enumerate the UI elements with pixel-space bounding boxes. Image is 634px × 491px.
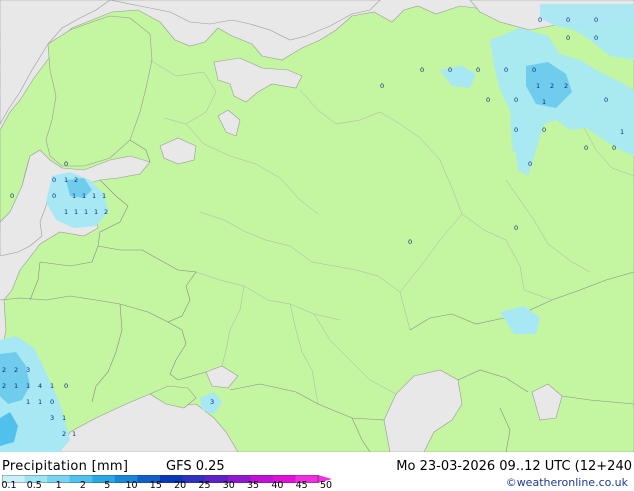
map-value: 3 bbox=[26, 366, 30, 374]
map-value: 0 bbox=[504, 66, 508, 74]
map-value: 0 bbox=[604, 96, 608, 104]
map-value: 0 bbox=[10, 192, 14, 200]
map-value: 1 bbox=[84, 208, 88, 216]
precipitation-map[interactable]: 0 0 0 0 0 0 0 0 0 0 0 0 0 0 0 0 0 0 0 0 … bbox=[0, 0, 634, 452]
map-value: 0 bbox=[420, 66, 424, 74]
map-value: 2 bbox=[2, 366, 6, 374]
map-value: 0 bbox=[542, 126, 546, 134]
map-value: 1 bbox=[74, 208, 78, 216]
map-value: 1 bbox=[50, 382, 54, 390]
map-value: 1 bbox=[62, 414, 66, 422]
map-value: 0 bbox=[448, 66, 452, 74]
map-value: 0 bbox=[528, 160, 532, 168]
map-value: 1 bbox=[102, 192, 106, 200]
map-value: 2 bbox=[550, 82, 554, 90]
map-value: 0 bbox=[594, 34, 598, 42]
map-value: 0 bbox=[64, 382, 68, 390]
map-value: 3 bbox=[50, 414, 54, 422]
map-value: 0 bbox=[486, 96, 490, 104]
map-value: 0 bbox=[514, 96, 518, 104]
map-value: 1 bbox=[82, 192, 86, 200]
map-value: 0 bbox=[594, 16, 598, 24]
map-footer: Precipitation [mm] GFS 0.25 Mo 23-03-202… bbox=[0, 452, 634, 491]
map-value: 2 bbox=[104, 208, 108, 216]
map-value: 0 bbox=[514, 126, 518, 134]
map-value: 0 bbox=[584, 144, 588, 152]
map-value: 0 bbox=[64, 160, 68, 168]
map-value: 2 bbox=[62, 430, 66, 438]
map-value: 4 bbox=[38, 382, 42, 390]
map-value: 1 bbox=[64, 208, 68, 216]
map-value: 1 bbox=[26, 398, 30, 406]
legend-title: Precipitation [mm] bbox=[2, 459, 129, 474]
map-value: 0 bbox=[52, 192, 56, 200]
credit-link[interactable]: ©weatheronline.co.uk bbox=[506, 476, 628, 490]
map-value: 1 bbox=[542, 98, 546, 106]
map-value: 0 bbox=[408, 238, 412, 246]
map-value: 0 bbox=[476, 66, 480, 74]
map-canvas: 0 0 0 0 0 0 0 0 0 0 0 0 0 0 0 0 0 0 0 0 … bbox=[0, 0, 634, 452]
map-value: 1 bbox=[38, 398, 42, 406]
valid-time: Mo 23-03-2026 09..12 UTC (12+240 bbox=[396, 459, 632, 474]
map-value: 0 bbox=[532, 66, 536, 74]
map-value: 0 bbox=[538, 16, 542, 24]
map-value: 0 bbox=[566, 16, 570, 24]
map-value: 1 bbox=[536, 82, 540, 90]
map-value: 0 bbox=[50, 398, 54, 406]
map-value: 0 bbox=[52, 176, 56, 184]
map-value: 1 bbox=[620, 128, 624, 136]
map-value: 1 bbox=[92, 192, 96, 200]
map-value: 1 bbox=[72, 192, 76, 200]
map-value: 0 bbox=[612, 144, 616, 152]
map-value: 2 bbox=[564, 82, 568, 90]
map-value: 2 bbox=[2, 382, 6, 390]
map-value: 1 bbox=[14, 382, 18, 390]
map-value: 0 bbox=[514, 224, 518, 232]
map-value: 1 bbox=[72, 430, 76, 438]
map-value: 2 bbox=[14, 366, 18, 374]
model-name: GFS 0.25 bbox=[166, 459, 225, 474]
map-value: 3 bbox=[210, 398, 214, 406]
map-value: 1 bbox=[26, 382, 30, 390]
map-value: 2 bbox=[74, 176, 78, 184]
map-value: 1 bbox=[64, 176, 68, 184]
map-value: 1 bbox=[94, 208, 98, 216]
map-value: 0 bbox=[566, 34, 570, 42]
map-value: 0 bbox=[380, 82, 384, 90]
